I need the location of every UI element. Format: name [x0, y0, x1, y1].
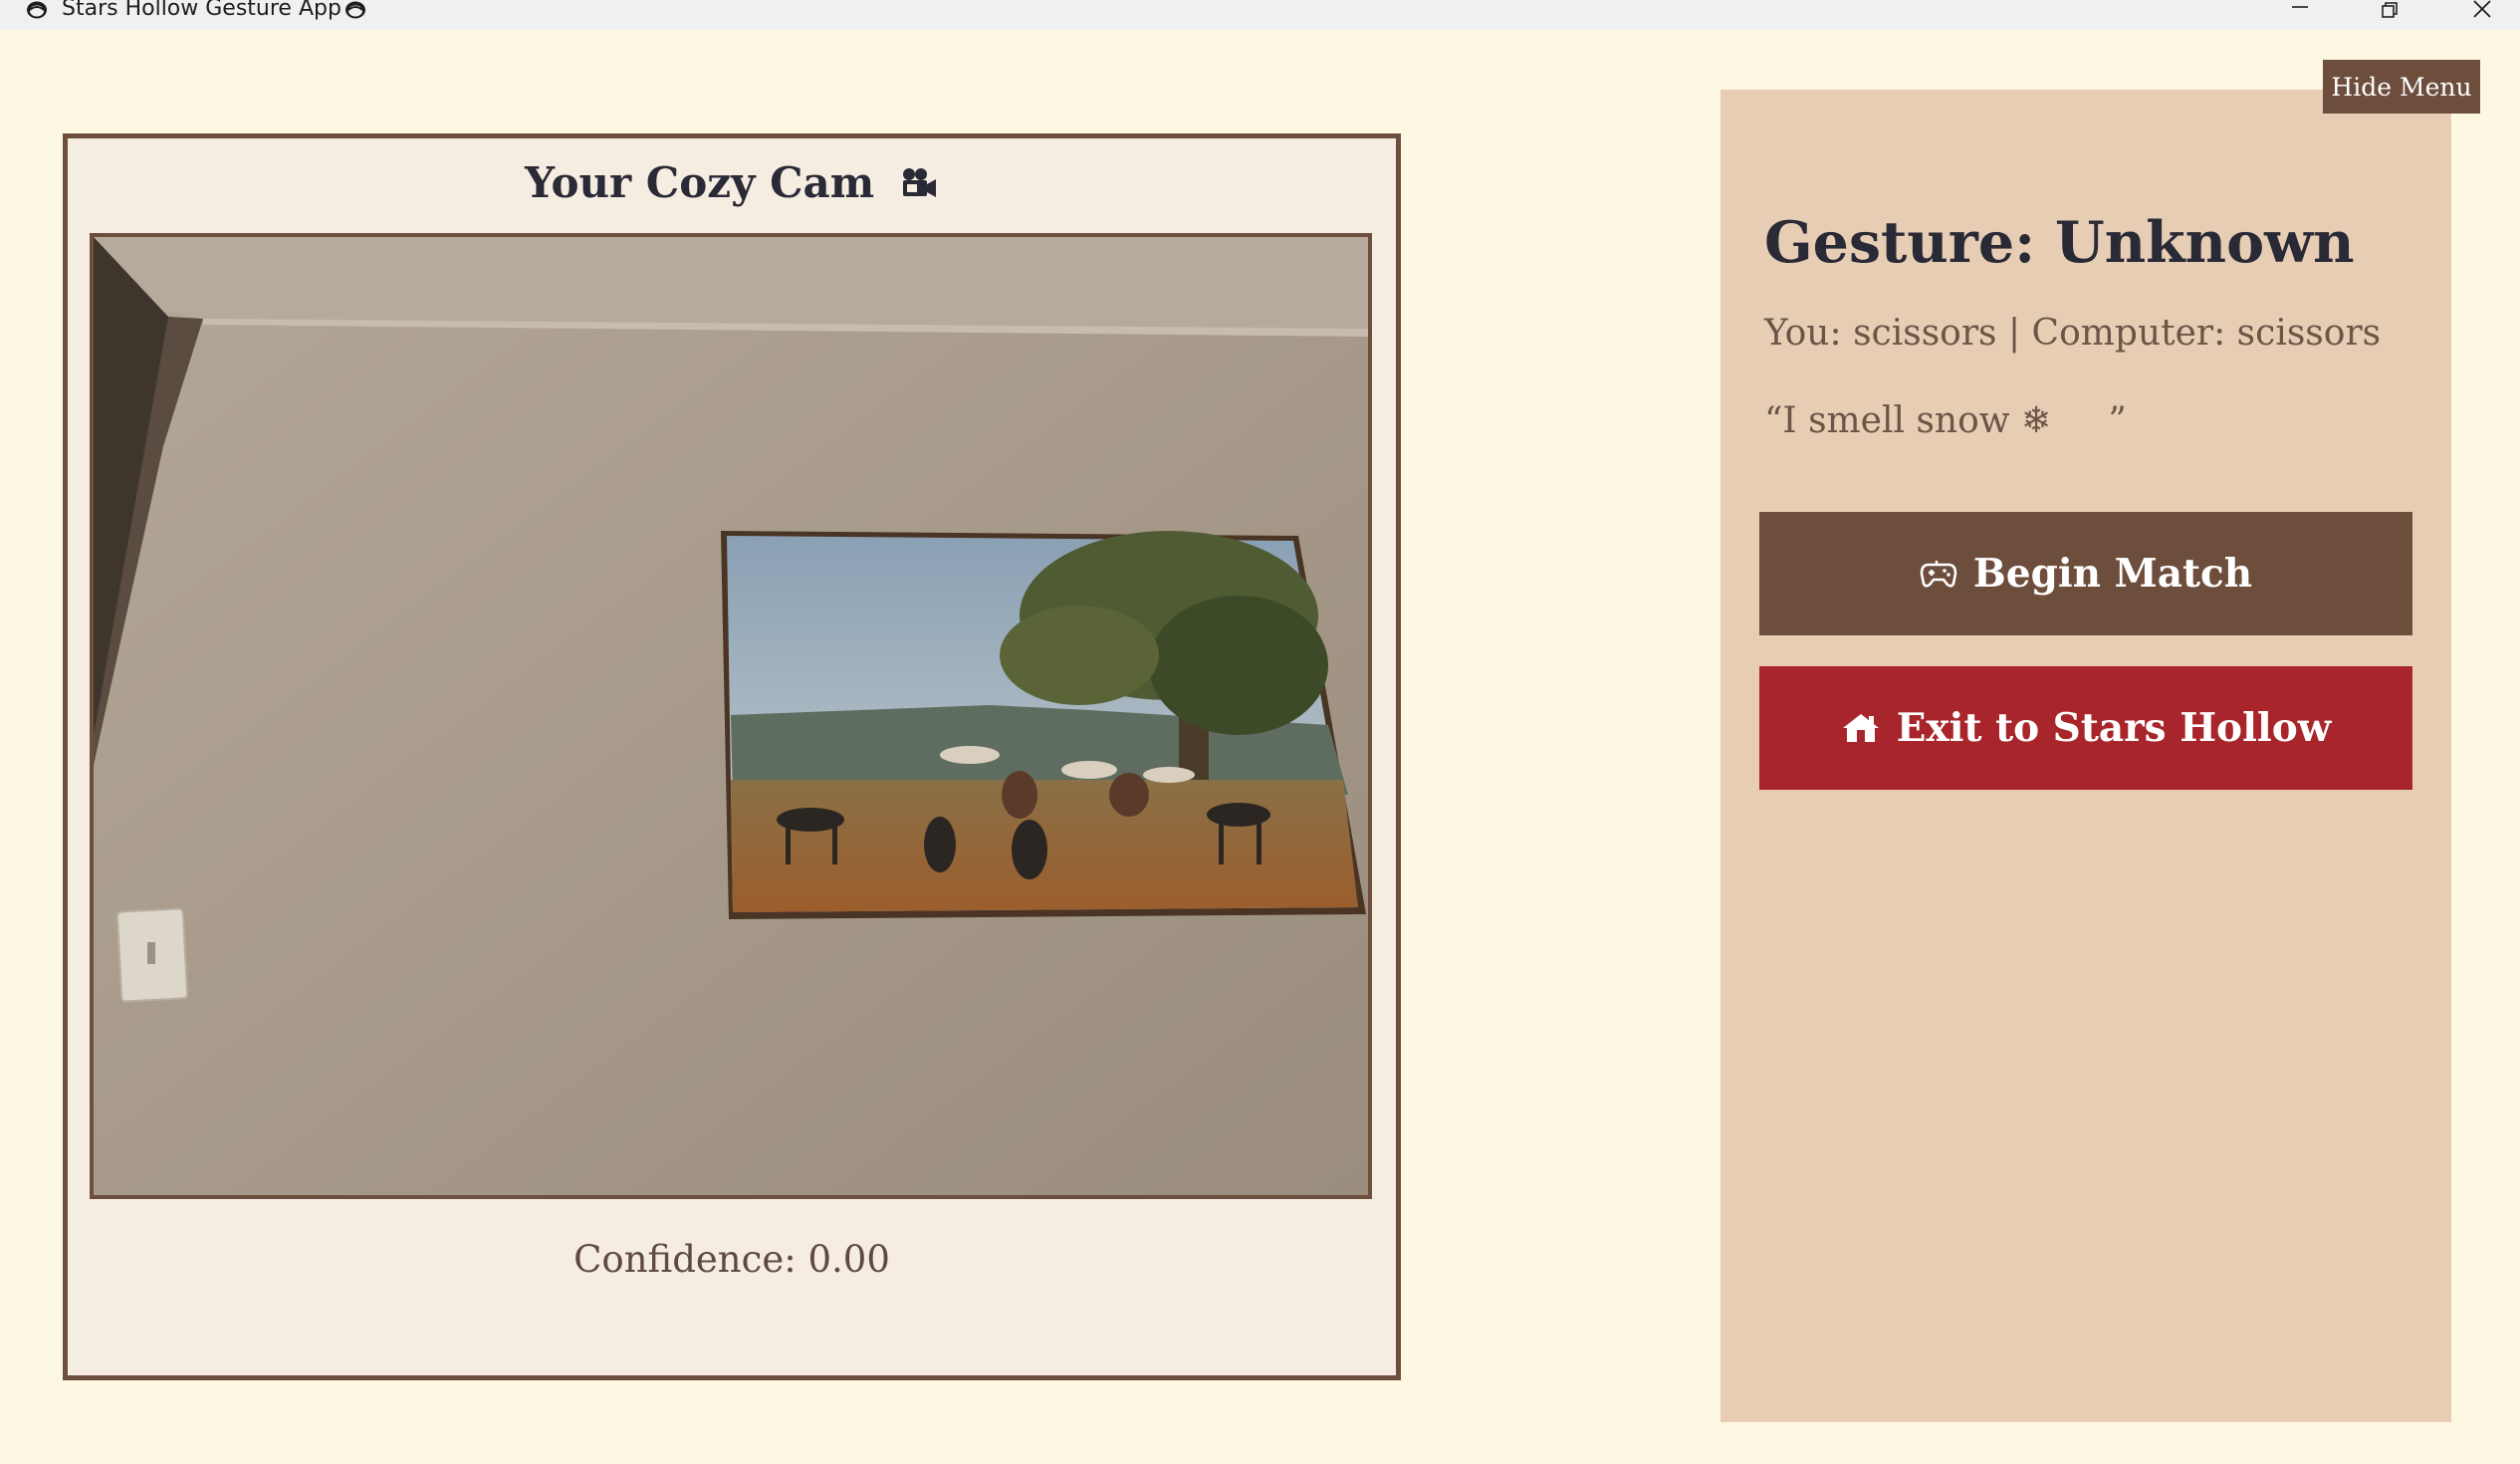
side-menu: Gesture: Unknown You: scissors | Compute…	[1720, 90, 2451, 1422]
exit-label: Exit to Stars Hollow	[1896, 705, 2332, 751]
camera-feed-image	[94, 237, 1368, 1195]
camera-title-text: Your Cozy Cam	[525, 158, 875, 207]
camera-panel: Your Cozy Cam Confidence: 0.00	[63, 133, 1401, 1380]
house-icon	[1841, 711, 1881, 745]
quote-text: “I smell snow ❄ ”	[1764, 400, 2127, 441]
confidence-readout: Confidence: 0.00	[573, 1238, 890, 1281]
window-title: Stars Hollow Gesture App	[62, 0, 342, 21]
camera-title: Your Cozy Cam	[68, 158, 1396, 211]
restore-button[interactable]	[2360, 0, 2419, 22]
close-button[interactable]	[2452, 0, 2512, 22]
match-score-line: You: scissors | Computer: scissors	[1764, 313, 2382, 354]
window-titlebar: Stars Hollow Gesture App	[0, 0, 2520, 30]
video-camera-icon	[899, 162, 939, 211]
game-controller-icon	[1920, 558, 1957, 590]
minimize-button[interactable]	[2270, 0, 2330, 22]
exit-to-stars-hollow-button[interactable]: Exit to Stars Hollow	[1759, 666, 2412, 790]
gesture-status: Gesture: Unknown	[1764, 209, 2355, 276]
lorelai-face-icon	[343, 0, 368, 20]
begin-match-button[interactable]: Begin Match	[1759, 512, 2412, 635]
app-logo-icon	[24, 0, 50, 20]
begin-match-label: Begin Match	[1972, 551, 2253, 597]
camera-feed	[90, 233, 1372, 1199]
hide-menu-button[interactable]: Hide Menu	[2323, 60, 2480, 114]
